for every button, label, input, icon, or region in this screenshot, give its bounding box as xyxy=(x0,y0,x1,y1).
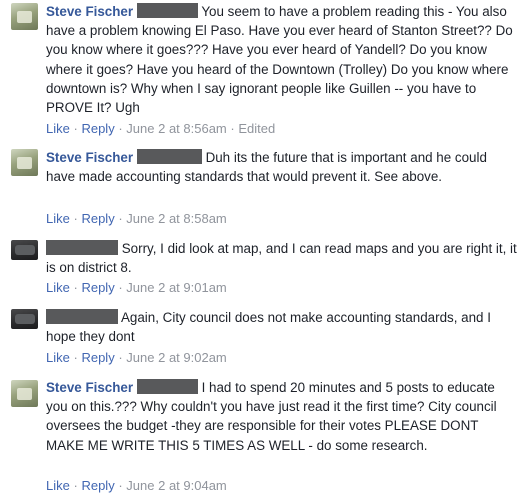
separator: · xyxy=(118,280,123,295)
separator: · xyxy=(73,121,78,136)
reply-button[interactable]: Reply xyxy=(81,478,114,493)
comment: Again, City council does not make accoun… xyxy=(0,307,529,371)
comment: Steve Fischer You seem to have a problem… xyxy=(0,0,529,140)
reply-button[interactable]: Reply xyxy=(81,280,114,295)
timestamp[interactable]: June 2 at 8:56am xyxy=(126,121,226,136)
comment-actions: Like · Reply · June 2 at 9:01am xyxy=(46,280,227,295)
like-button[interactable]: Like xyxy=(46,350,70,365)
comment-actions: Like · Reply · June 2 at 9:04am xyxy=(46,478,227,493)
like-button[interactable]: Like xyxy=(46,121,70,136)
timestamp[interactable]: June 2 at 9:04am xyxy=(126,478,226,493)
avatar[interactable] xyxy=(11,309,38,329)
timestamp[interactable]: June 2 at 9:02am xyxy=(126,350,226,365)
comment-body: Steve Fischer Duh its the future that is… xyxy=(46,148,518,186)
comment: Steve Fischer I had to spend 20 minutes … xyxy=(0,377,529,497)
timestamp[interactable]: June 2 at 9:01am xyxy=(126,280,226,295)
author-name[interactable]: Steve Fischer xyxy=(46,4,133,19)
author-name[interactable]: Steve Fischer xyxy=(46,150,133,165)
comment-body: Steve Fischer You seem to have a problem… xyxy=(46,2,518,117)
redacted-name xyxy=(46,309,118,324)
avatar[interactable] xyxy=(11,240,38,260)
reply-button[interactable]: Reply xyxy=(81,350,114,365)
comment-body: Steve Fischer I had to spend 20 minutes … xyxy=(46,378,518,455)
comment: Sorry, I did look at map, and I can read… xyxy=(0,238,529,302)
avatar[interactable] xyxy=(11,3,38,30)
comment-actions: Like · Reply · June 2 at 8:56am · Edited xyxy=(46,121,275,136)
reply-button[interactable]: Reply xyxy=(81,121,114,136)
separator: · xyxy=(73,280,78,295)
comment-actions: Like · Reply · June 2 at 9:02am xyxy=(46,350,227,365)
separator: · xyxy=(73,211,78,226)
comment-body: Again, City council does not make accoun… xyxy=(46,308,518,346)
comment-actions: Like · Reply · June 2 at 8:58am xyxy=(46,211,227,226)
like-button[interactable]: Like xyxy=(46,478,70,493)
separator: · xyxy=(118,350,123,365)
like-button[interactable]: Like xyxy=(46,211,70,226)
separator: · xyxy=(73,350,78,365)
avatar[interactable] xyxy=(11,380,38,407)
redacted-tag xyxy=(136,379,198,394)
separator: · xyxy=(73,478,78,493)
comment: Steve Fischer Duh its the future that is… xyxy=(0,146,529,228)
separator: · xyxy=(118,211,123,226)
separator: · xyxy=(230,121,235,136)
separator: · xyxy=(118,121,123,136)
comment-text: You seem to have a problem reading this … xyxy=(46,4,513,116)
reply-button[interactable]: Reply xyxy=(81,211,114,226)
redacted-tag xyxy=(136,3,198,18)
author-name[interactable]: Steve Fischer xyxy=(46,380,133,395)
redacted-tag xyxy=(136,149,202,164)
comment-body: Sorry, I did look at map, and I can read… xyxy=(46,239,518,277)
redacted-name xyxy=(46,240,118,255)
edited-label[interactable]: Edited xyxy=(238,121,275,136)
separator: · xyxy=(118,478,123,493)
like-button[interactable]: Like xyxy=(46,280,70,295)
timestamp[interactable]: June 2 at 8:58am xyxy=(126,211,226,226)
avatar[interactable] xyxy=(11,149,38,176)
